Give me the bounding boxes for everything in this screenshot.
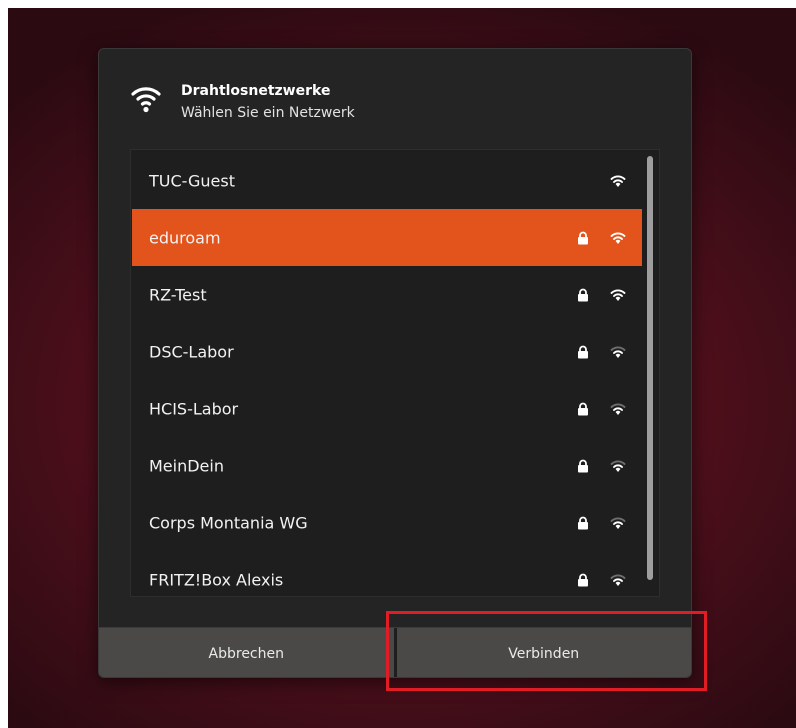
network-item[interactable]: TUC-Guest	[132, 152, 642, 209]
network-name: MeinDein	[149, 456, 224, 475]
wifi-icon	[131, 87, 161, 113]
network-item[interactable]: RZ-Test	[132, 266, 642, 323]
lock-icon	[578, 516, 588, 529]
network-name: eduroam	[149, 228, 221, 247]
wifi-signal-weak-icon	[610, 516, 626, 529]
network-name: DSC-Labor	[149, 342, 234, 361]
wifi-signal-strong-icon	[610, 174, 626, 187]
connect-button[interactable]: Verbinden	[393, 628, 691, 677]
network-item[interactable]: FRITZ!Box Alexis	[132, 551, 642, 596]
cancel-button[interactable]: Abbrechen	[99, 628, 394, 677]
network-item[interactable]: eduroam	[132, 209, 642, 266]
list-scrollbar[interactable]	[645, 154, 653, 590]
dialog-subtitle: Wählen Sie ein Netzwerk	[181, 105, 355, 121]
dialog-title: Drahtlosnetzwerke	[181, 83, 331, 99]
network-item[interactable]: MeinDein	[132, 437, 642, 494]
wifi-signal-weak-icon	[610, 345, 626, 358]
wifi-signal-weak-icon	[610, 459, 626, 472]
network-name: RZ-Test	[149, 285, 207, 304]
network-item[interactable]: Corps Montania WG	[132, 494, 642, 551]
lock-icon	[578, 345, 588, 358]
network-name: TUC-Guest	[149, 171, 236, 190]
dialog-header: Drahtlosnetzwerke Wählen Sie ein Netzwer…	[99, 49, 691, 149]
lock-icon	[578, 459, 588, 472]
dialog-buttons: Abbrechen Verbinden	[99, 627, 691, 677]
wifi-signal-strong-icon	[610, 231, 626, 244]
lock-icon	[578, 288, 588, 301]
network-name: Corps Montania WG	[149, 513, 308, 532]
wifi-signal-weak-icon	[610, 573, 626, 586]
wifi-signal-weak-icon	[610, 402, 626, 415]
network-item[interactable]: DSC-Labor	[132, 323, 642, 380]
scrollbar-thumb[interactable]	[647, 156, 653, 580]
wifi-signal-strong-icon	[610, 288, 626, 301]
network-name: FRITZ!Box Alexis	[149, 570, 284, 589]
lock-icon	[578, 402, 588, 415]
network-item[interactable]: HCIS-Labor	[132, 380, 642, 437]
network-name: HCIS-Labor	[149, 399, 239, 418]
network-list[interactable]: TUC-Guest eduroam RZ-Test DSC-Labor HCIS-Lab…	[130, 149, 660, 597]
lock-icon	[578, 231, 588, 244]
lock-icon	[578, 573, 588, 586]
wireless-networks-dialog: Drahtlosnetzwerke Wählen Sie ein Netzwer…	[98, 48, 692, 678]
